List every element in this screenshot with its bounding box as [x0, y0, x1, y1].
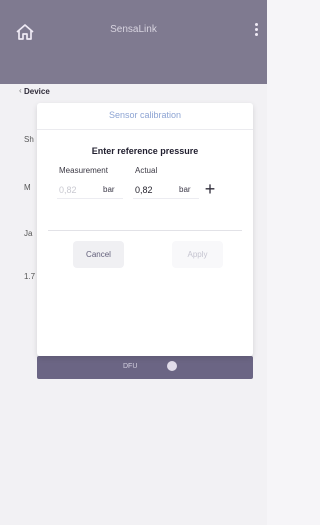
dialog-prompt: Enter reference pressure	[91, 146, 199, 156]
app-header: SensaLink	[0, 18, 267, 46]
measurement-value: 0,82	[59, 185, 77, 195]
add-button[interactable]: +	[202, 180, 218, 198]
dfu-label: DFU	[123, 363, 138, 370]
device-row-1: Sh	[24, 135, 34, 144]
device-row-3: Ja	[24, 229, 33, 238]
sensor-calibration-dialog: Sensor calibration Enter reference press…	[37, 103, 253, 356]
dfu-icon	[167, 361, 177, 371]
actual-unit: bar	[179, 185, 191, 194]
cancel-button[interactable]: Cancel	[73, 241, 124, 268]
measurement-unit: bar	[103, 185, 115, 194]
dfu-bar[interactable]: DFU	[37, 356, 253, 379]
measurement-field-line	[57, 198, 123, 199]
dialog-divider	[37, 129, 253, 130]
app-title: SensaLink	[110, 24, 157, 35]
dialog-divider-bottom	[48, 230, 242, 231]
section-title: Device	[19, 86, 50, 96]
measurement-label: Measurement	[59, 166, 108, 175]
actual-pressure-input[interactable]: 0,82	[135, 185, 153, 195]
tab-bar	[0, 50, 267, 68]
device-row-2: M	[24, 183, 31, 192]
more-menu-icon[interactable]	[253, 21, 259, 41]
device-row-4: 1.7	[24, 272, 36, 281]
actual-label: Actual	[135, 166, 158, 175]
dialog-title: Sensor calibration	[108, 110, 182, 120]
actual-field-line	[133, 198, 199, 199]
apply-button[interactable]: Apply	[172, 241, 223, 268]
